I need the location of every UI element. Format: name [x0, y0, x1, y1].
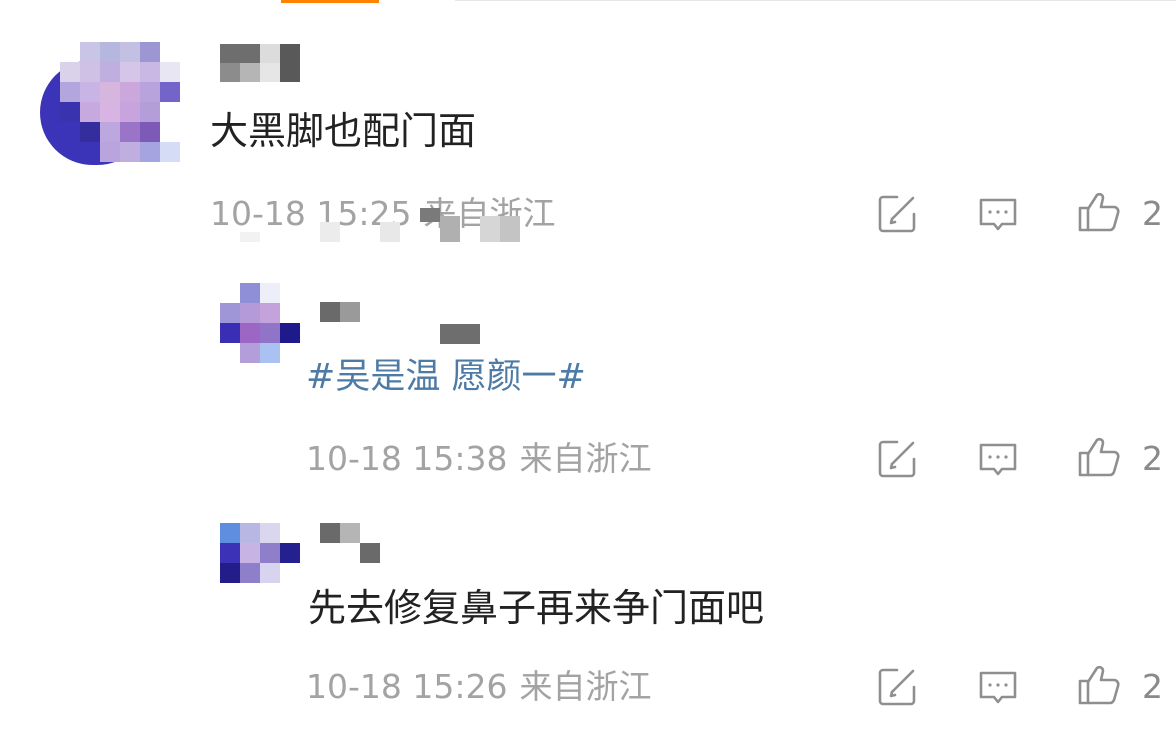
- like-count: 2: [1142, 439, 1163, 478]
- reply-item: 先去修复鼻子再来争门面吧 10-18 15:26 来自浙江 2: [0, 505, 1176, 737]
- username[interactable]: [320, 523, 380, 563]
- comment-source: 来自浙江: [519, 439, 652, 478]
- avatar[interactable]: [40, 40, 190, 165]
- repost-button[interactable]: [875, 665, 919, 709]
- share-edit-icon: [875, 665, 919, 709]
- comment-meta: 10-18 15:38 来自浙江: [306, 439, 651, 479]
- repost-button[interactable]: [875, 192, 919, 236]
- like-count: 2: [1142, 194, 1163, 233]
- avatar[interactable]: [220, 283, 300, 363]
- like-count: 2: [1142, 667, 1163, 706]
- like-button[interactable]: [1077, 190, 1121, 234]
- comment-time: 10-18 15:26: [306, 667, 508, 706]
- thumbs-up-icon: [1077, 663, 1121, 707]
- thumbs-up-icon: [1077, 435, 1121, 479]
- comment-icon: [976, 192, 1020, 236]
- topic-hashtag-link[interactable]: #吴是温 愿颜一#: [306, 354, 586, 400]
- username[interactable]: [220, 44, 300, 82]
- comment-icon: [976, 665, 1020, 709]
- reply-button[interactable]: [976, 192, 1020, 236]
- comment-source: 来自浙江: [519, 667, 652, 706]
- reply-item: #吴是温 愿颜一# 10-18 15:38 来自浙江 2: [0, 280, 1176, 500]
- comment-icon: [976, 437, 1020, 481]
- like-button[interactable]: [1077, 435, 1121, 479]
- reply-button[interactable]: [976, 437, 1020, 481]
- share-edit-icon: [875, 437, 919, 481]
- reply-button[interactable]: [976, 665, 1020, 709]
- repost-button[interactable]: [875, 437, 919, 481]
- avatar[interactable]: [220, 523, 300, 583]
- thumbs-up-icon: [1077, 190, 1121, 234]
- comment-meta: 10-18 15:26 来自浙江: [306, 667, 651, 707]
- comment-time: 10-18 15:38: [306, 439, 508, 478]
- share-edit-icon: [875, 192, 919, 236]
- like-button[interactable]: [1077, 663, 1121, 707]
- comment-text: 先去修复鼻子再来争门面吧: [308, 586, 765, 630]
- username[interactable]: [320, 302, 480, 344]
- comment-item: 大黑脚也配门面 10-18 15:25 来自浙江 2: [0, 0, 1176, 250]
- comment-text: 大黑脚也配门面: [210, 109, 477, 153]
